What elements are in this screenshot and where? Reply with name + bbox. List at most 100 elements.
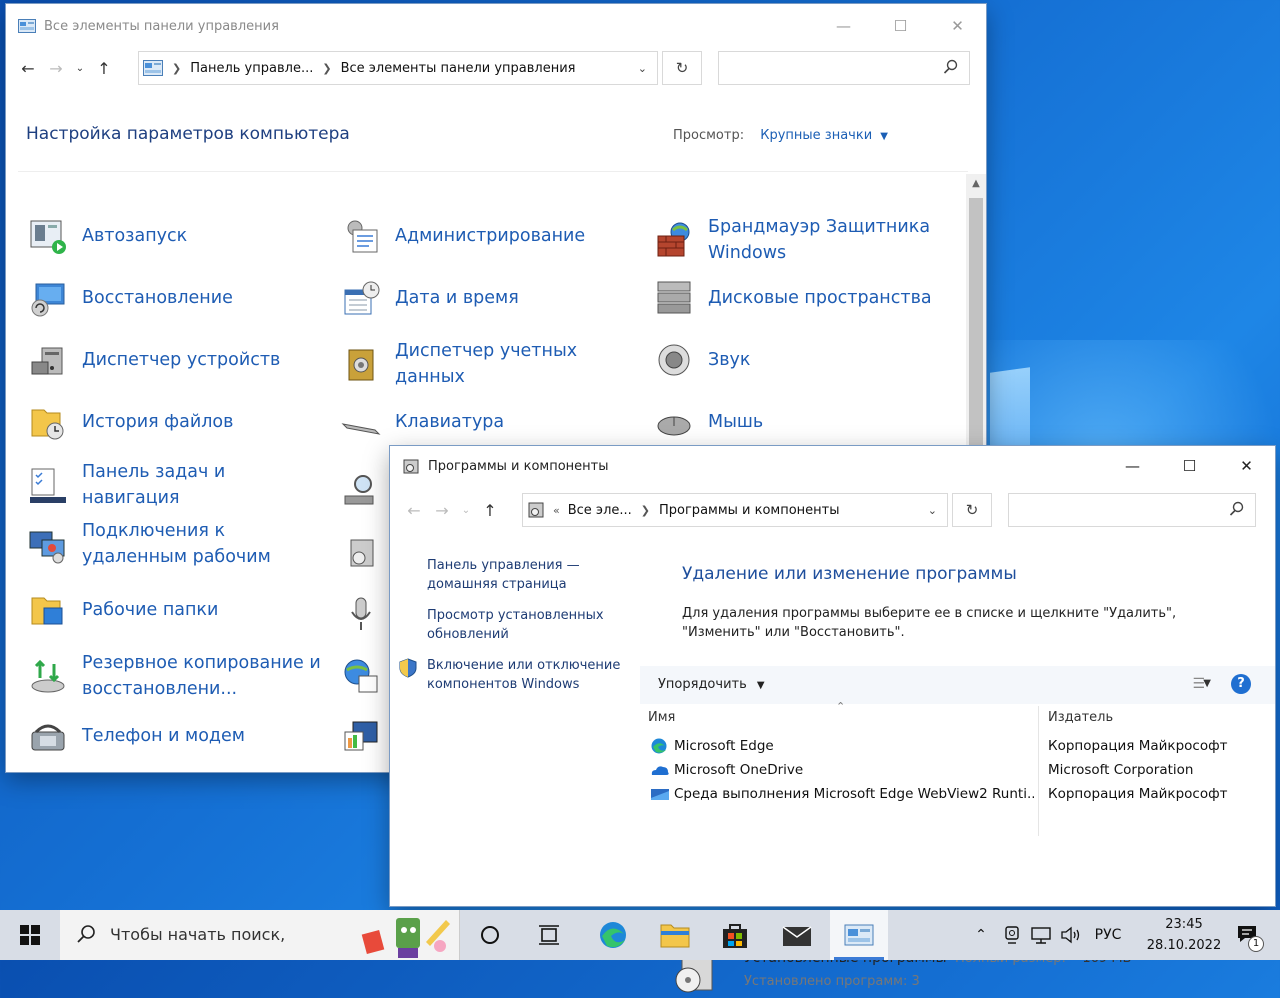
cp-item-keyboard[interactable]: Клавиатура bbox=[339, 400, 635, 444]
control-panel-address-icon bbox=[143, 60, 163, 76]
recent-locations-chevron-icon[interactable]: ⌄ bbox=[456, 505, 476, 516]
taskbar-clock[interactable]: 23:45 28.10.2022 bbox=[1144, 914, 1224, 956]
cp-item-hidden-5[interactable] bbox=[339, 714, 383, 758]
cp-item-hidden-4[interactable] bbox=[339, 654, 383, 698]
address-dropdown-icon[interactable]: ⌄ bbox=[928, 504, 937, 517]
scroll-up-arrow-icon[interactable]: ▲ bbox=[966, 178, 986, 189]
cp-item-hidden-3[interactable] bbox=[339, 592, 383, 636]
cp-item-firewall[interactable]: Брандмауэр Защитника Windows bbox=[652, 214, 948, 266]
cp-item-backup[interactable]: Резервное копирование и восстановлени... bbox=[26, 650, 322, 702]
programs-features-icon bbox=[403, 459, 419, 474]
cp-item-admin-tools[interactable]: Администрирование bbox=[339, 214, 635, 258]
address-dropdown-icon[interactable]: ⌄ bbox=[638, 62, 647, 75]
breadcrumb-item[interactable]: Программы и компоненты bbox=[659, 503, 840, 518]
breadcrumb-item[interactable]: Панель управле... bbox=[190, 61, 313, 76]
minimize-button[interactable]: — bbox=[815, 4, 872, 48]
cp-item-work-folders[interactable]: Рабочие папки bbox=[26, 588, 322, 632]
cp-item-label: Мышь bbox=[708, 412, 764, 432]
program-name: Microsoft OneDrive bbox=[674, 762, 804, 778]
refresh-button[interactable]: ↻ bbox=[952, 493, 992, 527]
cp-item-label: Телефон и модем bbox=[82, 726, 245, 746]
edge-icon bbox=[600, 922, 626, 948]
cp-item-mouse[interactable]: Мышь bbox=[652, 400, 948, 444]
webview2-icon bbox=[651, 789, 669, 800]
programs-box-icon bbox=[339, 530, 383, 574]
start-button[interactable] bbox=[0, 910, 60, 960]
cp-item-remote-desktop[interactable]: Подключения к удаленным рабочим bbox=[26, 518, 322, 570]
back-arrow-icon[interactable]: ← bbox=[400, 501, 428, 520]
recent-locations-chevron-icon[interactable]: ⌄ bbox=[70, 63, 90, 74]
cp-item-autoplay[interactable]: Автозапуск bbox=[26, 214, 322, 258]
cp-item-credential-manager[interactable]: Диспетчер учетных данных bbox=[339, 338, 635, 390]
cp-item-device-manager[interactable]: Диспетчер устройств bbox=[26, 338, 322, 382]
up-arrow-icon[interactable]: ↑ bbox=[476, 501, 504, 520]
taskbar-mail[interactable] bbox=[768, 910, 826, 960]
control-panel-home-link[interactable]: Панель управления — домашняя страница bbox=[427, 556, 637, 594]
breadcrumb-item[interactable]: Все эле... bbox=[568, 503, 632, 518]
refresh-button[interactable]: ↻ bbox=[662, 51, 702, 85]
cp-item-hidden-2[interactable] bbox=[339, 530, 383, 574]
windows-features-link[interactable]: Включение или отключение компонентов Win… bbox=[427, 656, 637, 694]
meet-now-icon[interactable] bbox=[1000, 910, 1024, 960]
breadcrumb-separator-icon: ❯ bbox=[322, 61, 332, 75]
display-icon bbox=[339, 714, 383, 758]
taskbar-control-panel[interactable] bbox=[830, 910, 888, 960]
table-row[interactable]: Microsoft Edge Корпорация Майкрософт bbox=[640, 734, 1275, 758]
breadcrumb-overflow-icon[interactable]: « bbox=[553, 504, 560, 517]
close-button[interactable]: ✕ bbox=[1218, 446, 1275, 486]
title-bar[interactable]: Программы и компоненты — ☐ ✕ bbox=[390, 446, 1275, 486]
minimize-button[interactable]: — bbox=[1104, 446, 1161, 486]
table-row[interactable]: Среда выполнения Microsoft Edge WebView2… bbox=[640, 782, 1275, 806]
recovery-icon bbox=[26, 276, 70, 320]
maximize-button[interactable]: ☐ bbox=[1161, 446, 1218, 486]
network-icon[interactable] bbox=[1028, 910, 1054, 960]
cp-item-sound[interactable]: Звук bbox=[652, 338, 948, 382]
cp-item-hidden-1[interactable] bbox=[339, 468, 383, 512]
forward-arrow-icon[interactable]: → bbox=[42, 59, 70, 78]
search-input[interactable] bbox=[1008, 493, 1256, 527]
table-row[interactable]: Microsoft OneDrive Microsoft Corporation bbox=[640, 758, 1275, 782]
divider bbox=[18, 171, 968, 172]
taskbar-store[interactable] bbox=[706, 910, 764, 960]
program-publisher: Microsoft Corporation bbox=[1048, 762, 1194, 778]
input-language-indicator[interactable]: РУС bbox=[1088, 910, 1128, 960]
view-dropdown-arrow-icon[interactable]: ▼ bbox=[880, 131, 888, 142]
keyboard-icon bbox=[339, 400, 383, 444]
taskbar-edge[interactable] bbox=[584, 910, 642, 960]
view-by-dropdown[interactable]: Крупные значки bbox=[760, 128, 872, 143]
cp-item-file-history[interactable]: История файлов bbox=[26, 400, 322, 444]
taskbar-file-explorer[interactable] bbox=[646, 910, 704, 960]
column-header-name[interactable]: Имя bbox=[648, 710, 675, 725]
cp-item-phone-modem[interactable]: Телефон и модем bbox=[26, 714, 322, 758]
forward-arrow-icon[interactable]: → bbox=[428, 501, 456, 520]
volume-icon[interactable] bbox=[1058, 910, 1084, 960]
organize-button[interactable]: Упорядочить ▼ bbox=[658, 677, 765, 692]
scrollbar-thumb[interactable] bbox=[969, 198, 983, 448]
help-icon[interactable]: ? bbox=[1231, 674, 1251, 694]
program-name: Microsoft Edge bbox=[674, 738, 774, 754]
cp-item-recovery[interactable]: Восстановление bbox=[26, 276, 322, 320]
up-arrow-icon[interactable]: ↑ bbox=[90, 59, 118, 78]
cp-item-date-time[interactable]: Дата и время bbox=[339, 276, 635, 320]
task-view-button[interactable] bbox=[520, 910, 578, 960]
show-hidden-icons-chevron-icon[interactable]: ⌃ bbox=[970, 910, 992, 960]
view-updates-link[interactable]: Просмотр установленных обновлений bbox=[427, 606, 637, 644]
maximize-button[interactable]: ☐ bbox=[872, 4, 929, 48]
cortana-button[interactable] bbox=[461, 910, 519, 960]
address-bar[interactable]: « Все эле... ❯ Программы и компоненты ⌄ bbox=[522, 493, 948, 527]
window-title: Программы и компоненты bbox=[428, 458, 609, 474]
title-bar[interactable]: Все элементы панели управления — ☐ ✕ bbox=[6, 4, 986, 48]
search-input[interactable] bbox=[718, 51, 970, 85]
address-bar[interactable]: ❯ Панель управле... ❯ Все элементы панел… bbox=[138, 51, 658, 85]
column-header-publisher[interactable]: Издатель bbox=[1048, 710, 1113, 725]
action-center-button[interactable]: 1 bbox=[1230, 910, 1266, 960]
breadcrumb-item[interactable]: Все элементы панели управления bbox=[341, 61, 576, 76]
close-button[interactable]: ✕ bbox=[929, 4, 986, 48]
taskbar-search-box[interactable]: Чтобы начать поиск, bbox=[60, 910, 460, 960]
back-arrow-icon[interactable]: ← bbox=[14, 59, 42, 78]
cp-item-storage-spaces[interactable]: Дисковые пространства bbox=[652, 276, 948, 320]
clock-time: 23:45 bbox=[1165, 917, 1203, 932]
view-dropdown-icon[interactable]: ▼ bbox=[1203, 678, 1211, 689]
cp-item-taskbar[interactable]: Панель задач и навигация bbox=[26, 459, 322, 511]
cp-item-label: Дата и время bbox=[395, 288, 519, 308]
